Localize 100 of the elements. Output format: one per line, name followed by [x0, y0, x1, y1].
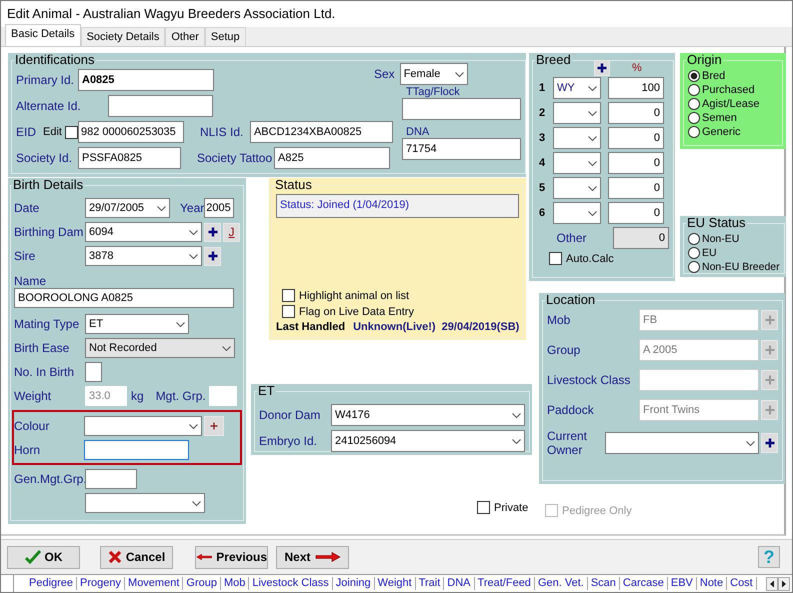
tab[interactable]: Society Details	[80, 27, 166, 46]
horn-field[interactable]	[84, 440, 189, 460]
scroll-left-icon[interactable]	[766, 576, 778, 590]
eid-field[interactable]: 982 000060253035	[78, 121, 184, 143]
breed-dropdown[interactable]: WY	[553, 77, 601, 99]
ttag-flock-field[interactable]	[402, 98, 521, 120]
percent-field[interactable]: 0	[608, 152, 664, 174]
scroll-right-icon[interactable]	[778, 576, 790, 590]
colour-dropdown[interactable]	[84, 416, 202, 436]
cancel-button[interactable]: Cancel	[100, 546, 173, 568]
row-number: 2	[538, 107, 546, 119]
plus-icon	[208, 227, 218, 237]
date-picker[interactable]: 29/07/2005	[85, 198, 170, 218]
field-label: Society Id.	[16, 151, 74, 165]
checkbox[interactable]	[282, 289, 295, 302]
alternate-id-field[interactable]	[108, 95, 213, 117]
year-field[interactable]: 2005	[204, 198, 234, 218]
record-tab[interactable]: Carcase	[620, 577, 668, 590]
record-tab[interactable]: Progeny	[77, 577, 126, 590]
checkbox[interactable]	[549, 252, 562, 265]
percent-field[interactable]: 0	[608, 177, 664, 199]
society-id-field[interactable]: PSSFA0825	[78, 147, 181, 169]
breed-dropdown[interactable]	[553, 127, 601, 149]
checkbox[interactable]	[477, 501, 490, 514]
percent-field[interactable]: 0	[608, 127, 664, 149]
edit-checkbox[interactable]	[64, 126, 78, 138]
record-tab[interactable]: Mob	[220, 577, 250, 590]
add-button[interactable]	[204, 416, 224, 436]
record-tab[interactable]: Livestock Class	[249, 577, 333, 590]
birthing-dam-dropdown[interactable]: 6094	[85, 222, 202, 242]
record-tab[interactable]: Treat/Feed	[474, 577, 535, 590]
ok-button[interactable]: OK	[7, 546, 80, 568]
gen-mgt-grp-field[interactable]	[85, 469, 137, 489]
mating-type-dropdown[interactable]: ET	[85, 314, 189, 334]
nlis-id-field[interactable]: ABCD1234XBA00825	[250, 121, 393, 143]
record-tab[interactable]: Movement	[125, 577, 184, 590]
embryo-id-dropdown[interactable]: 2410256094	[331, 430, 525, 452]
record-tab[interactable]: DNA	[444, 577, 475, 590]
radio-button[interactable]	[688, 112, 700, 124]
record-tab[interactable]: Scan	[588, 577, 620, 590]
panel-title: EU Status	[686, 216, 747, 230]
field-label: Paddock	[547, 403, 595, 417]
breed-dropdown[interactable]	[553, 152, 601, 174]
dropdown[interactable]	[85, 493, 205, 513]
tab[interactable]: Basic Details	[5, 24, 81, 46]
society-tattoo-field[interactable]: A825	[274, 147, 390, 169]
breed-dropdown[interactable]	[553, 177, 601, 199]
radio-button[interactable]	[688, 84, 700, 96]
dna-field[interactable]: 71754	[402, 138, 521, 160]
breed-dropdown[interactable]	[553, 102, 601, 124]
tab[interactable]: Setup	[204, 27, 246, 46]
radio-button[interactable]	[688, 98, 700, 110]
previous-button[interactable]: Previous	[195, 546, 268, 568]
current-owner-dropdown[interactable]	[605, 432, 759, 454]
checkbox[interactable]	[282, 305, 295, 318]
add-button[interactable]	[204, 222, 221, 242]
record-tab[interactable]: Group	[183, 577, 221, 590]
percent-field[interactable]: 100	[608, 77, 664, 99]
name-field[interactable]: BOOROOLONG A0825	[14, 288, 234, 308]
add-button[interactable]	[594, 60, 610, 76]
add-button[interactable]	[761, 433, 778, 453]
radio-button[interactable]	[688, 247, 700, 259]
record-tab[interactable]: Trait	[416, 577, 444, 590]
sire-dropdown[interactable]: 3878	[85, 246, 202, 266]
radio-button[interactable]	[688, 70, 700, 82]
record-tab[interactable]: Weight	[374, 577, 416, 590]
percent-field[interactable]: 0	[608, 202, 664, 224]
breed-dropdown[interactable]	[553, 202, 601, 224]
radio-label: Non-EU	[702, 232, 740, 246]
field-label: Society Tattoo	[197, 151, 274, 165]
record-tab[interactable]: Note	[696, 577, 728, 590]
field-label: EID	[16, 125, 38, 139]
j-button[interactable]: J	[223, 222, 240, 242]
field-label: Group	[547, 343, 582, 357]
next-button[interactable]: Next	[276, 546, 349, 568]
add-button[interactable]	[204, 246, 221, 266]
field-label: Weight	[14, 389, 52, 403]
unit-label: kg	[131, 389, 144, 403]
donor-dam-dropdown[interactable]: W4176	[331, 404, 525, 426]
row-number: 3	[538, 132, 546, 144]
radio-label: Semen	[702, 111, 737, 125]
sex-dropdown[interactable]: Female	[400, 63, 468, 85]
radio-label: Purchased	[702, 83, 755, 97]
record-tab[interactable]: Pedigree	[26, 577, 78, 590]
checkbox-label: Private	[494, 502, 528, 514]
percent-field[interactable]: 0	[608, 102, 664, 124]
radio-button[interactable]	[688, 261, 700, 273]
tab[interactable]: Other	[165, 27, 205, 46]
radio-button[interactable]	[688, 126, 700, 138]
record-tab[interactable]: Gen. Vet.	[534, 577, 588, 590]
field-label: Donor Dam	[259, 408, 322, 422]
record-tab[interactable]: Cost	[727, 577, 757, 590]
record-tab[interactable]: EBV	[668, 577, 697, 590]
no-in-birth-field[interactable]	[85, 362, 102, 382]
mgt-grp-field[interactable]	[208, 386, 237, 406]
radio-button[interactable]	[688, 233, 700, 245]
field-label: Embryo Id.	[259, 434, 318, 448]
primary-id-field[interactable]: A0825	[78, 69, 214, 91]
record-tab[interactable]: Joining	[332, 577, 375, 590]
location-field: A 2005	[639, 339, 759, 361]
